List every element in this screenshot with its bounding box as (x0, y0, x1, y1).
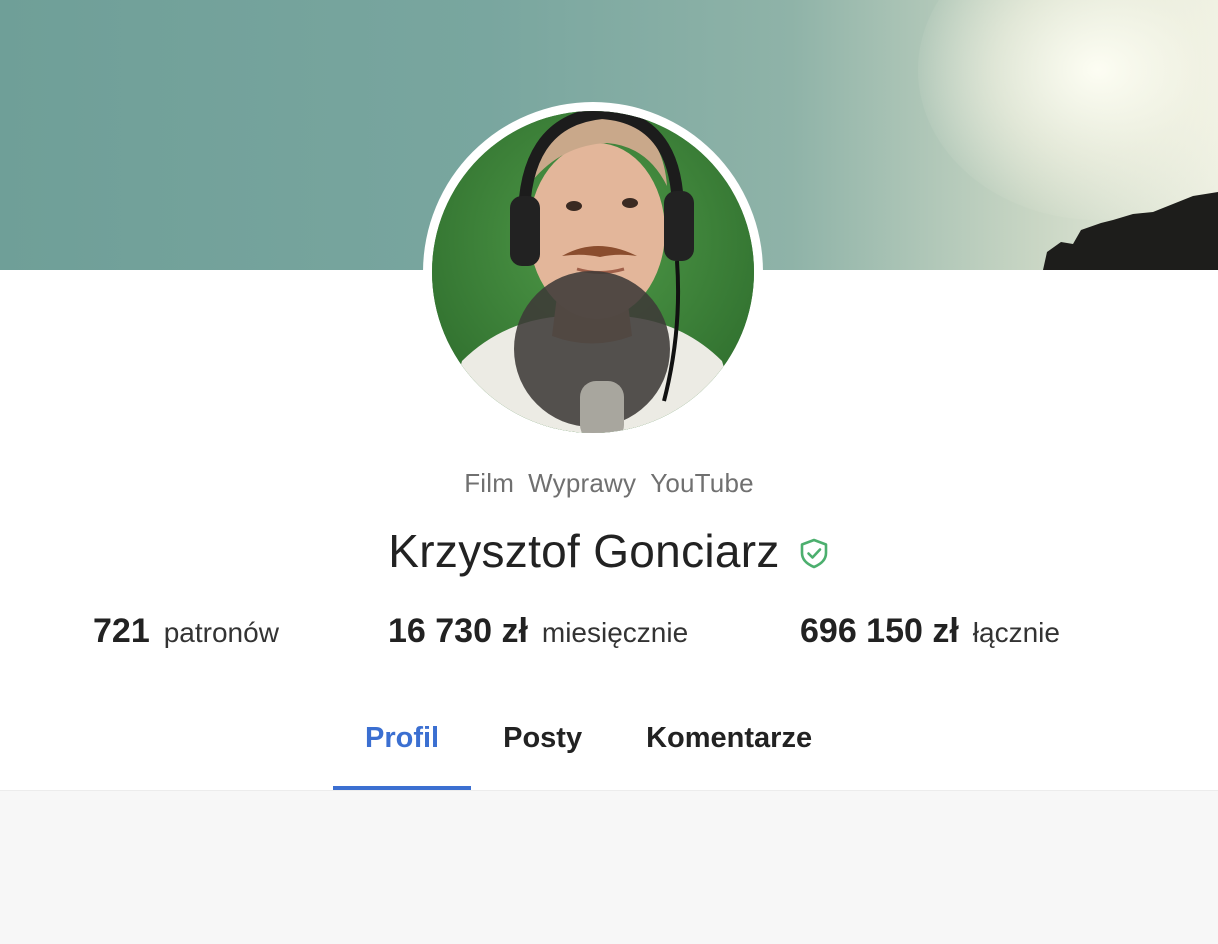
category-film[interactable]: Film (464, 468, 514, 498)
stat-total: 696 150 zł łącznie (800, 612, 1060, 651)
avatar[interactable] (432, 111, 754, 433)
cover-rock-silhouette (1043, 192, 1218, 270)
stat-monthly-label: miesięcznie (541, 617, 689, 648)
shield-check-icon (798, 537, 830, 569)
creator-name-row: Krzysztof Gonciarz (0, 524, 1218, 578)
tab-posty[interactable]: Posty (471, 700, 614, 790)
tab-komentarze[interactable]: Komentarze (614, 700, 844, 790)
category-youtube[interactable]: YouTube (650, 468, 754, 498)
profile-tabs: Profil Posty Komentarze (333, 700, 844, 790)
stats-row: 721 patronów 16 730 zł miesięcznie 696 150… (0, 612, 1218, 662)
stat-monthly-value: 16 730 zł (388, 612, 528, 650)
stat-patrons: 721 patronów (93, 612, 279, 651)
stat-monthly: 16 730 zł miesięcznie (388, 612, 688, 651)
cover-light-glow (918, 0, 1218, 220)
tab-profil[interactable]: Profil (333, 700, 472, 790)
category-list: Film Wyprawy YouTube (0, 468, 1218, 499)
stat-patrons-label: patronów (163, 617, 279, 648)
stat-patrons-value: 721 (93, 612, 150, 650)
category-wyprawy[interactable]: Wyprawy (528, 468, 636, 498)
tab-content-area (0, 790, 1218, 944)
stat-total-value: 696 150 zł (800, 612, 959, 650)
creator-name: Krzysztof Gonciarz (388, 525, 780, 577)
stat-total-label: łącznie (972, 617, 1060, 648)
